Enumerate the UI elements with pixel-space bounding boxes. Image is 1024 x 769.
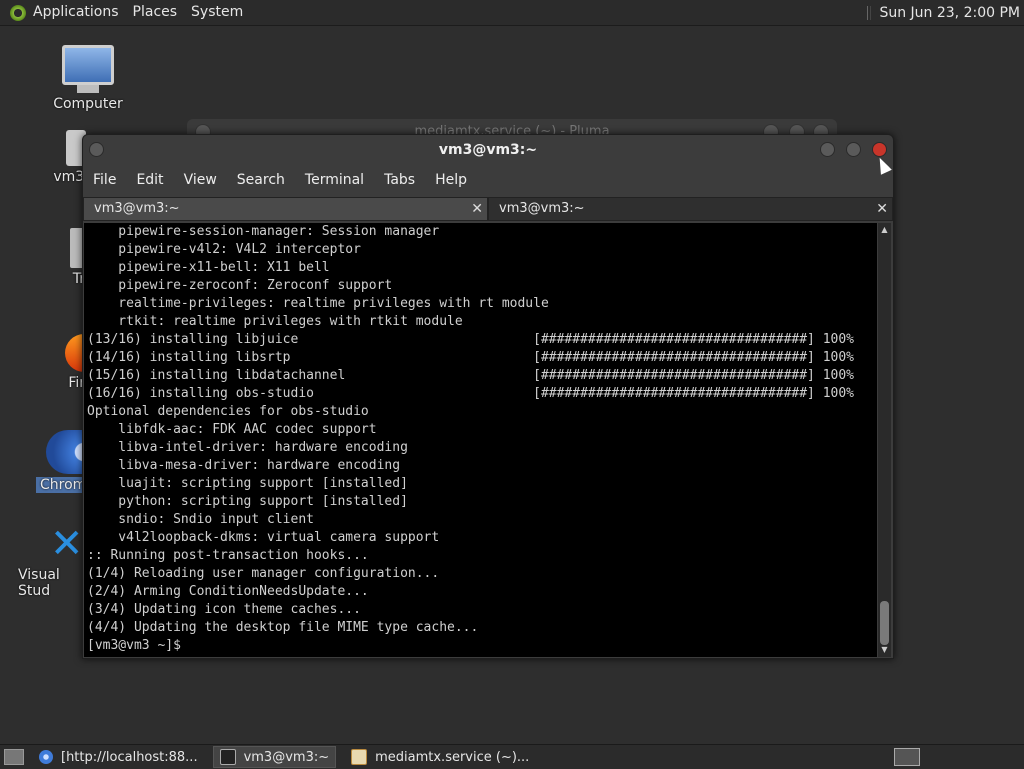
chromium-icon: [46, 430, 84, 474]
window-title: vm3@vm3:~: [438, 142, 538, 158]
top-panel: Applications Places System Sun Jun 23, 2…: [0, 0, 1024, 26]
desktop-icon-computer[interactable]: Computer: [38, 45, 138, 112]
tab-1[interactable]: vm3@vm3:~ ✕: [83, 197, 488, 221]
panel-separator: [867, 5, 872, 20]
desktop-icon-firefox[interactable]: Fir: [40, 334, 85, 391]
terminal-line: (16/16) installing obs-studio [#########…: [87, 386, 855, 401]
terminal-line: (3/4) Updating icon theme caches...: [87, 602, 361, 617]
terminal-window[interactable]: vm3@vm3:~ File Edit View Search Terminal…: [82, 134, 894, 659]
show-desktop-icon[interactable]: [4, 749, 24, 765]
menu-edit[interactable]: Edit: [126, 169, 173, 191]
places-menu[interactable]: Places: [126, 0, 185, 25]
terminal-scrollbar[interactable]: ▲ ▼: [878, 223, 891, 657]
terminal-line: pipewire-x11-bell: X11 bell: [87, 260, 330, 275]
bottom-panel: [http://localhost:88... vm3@vm3:~ mediam…: [0, 744, 1024, 769]
chromium-icon: [39, 750, 53, 764]
terminal-line: libva-intel-driver: hardware encoding: [87, 440, 408, 455]
menu-terminal[interactable]: Terminal: [295, 169, 374, 191]
taskbar-item-editor[interactable]: mediamtx.service (~)...: [344, 746, 536, 768]
terminal-line: (13/16) installing libjuice [###########…: [87, 332, 855, 347]
terminal-titlebar[interactable]: vm3@vm3:~: [83, 135, 893, 165]
terminal-line: sndio: Sndio input client: [87, 512, 314, 527]
terminal-line: :: Running post-transaction hooks...: [87, 548, 369, 563]
taskbar-item-chromium[interactable]: [http://localhost:88...: [32, 746, 205, 768]
terminal-line: (2/4) Arming ConditionNeedsUpdate...: [87, 584, 369, 599]
terminal-line: Optional dependencies for obs-studio: [87, 404, 369, 419]
terminal-line: rtkit: realtime privileges with rtkit mo…: [87, 314, 463, 329]
window-menu-button[interactable]: [89, 142, 104, 157]
menu-tabs[interactable]: Tabs: [374, 169, 425, 191]
scroll-up-icon[interactable]: ▲: [879, 225, 890, 235]
text-editor-icon: [351, 749, 368, 765]
menu-help[interactable]: Help: [425, 169, 477, 191]
terminal-line: pipewire-v4l2: V4L2 interceptor: [87, 242, 361, 257]
terminal-line: (15/16) installing libdatachannel [#####…: [87, 368, 855, 383]
applications-menu[interactable]: Applications: [26, 0, 126, 25]
terminal-line: [vm3@vm3 ~]$: [87, 638, 189, 653]
terminal-line: luajit: scripting support [installed]: [87, 476, 408, 491]
tab-bar: vm3@vm3:~ ✕ vm3@vm3:~ ✕: [83, 197, 893, 221]
menu-view[interactable]: View: [174, 169, 227, 191]
terminal-line: libva-mesa-driver: hardware encoding: [87, 458, 401, 473]
maximize-button[interactable]: [846, 142, 861, 157]
terminal-icon: [219, 749, 236, 765]
terminal-line: libfdk-aac: FDK AAC codec support: [87, 422, 377, 437]
workspace-switcher[interactable]: [894, 748, 920, 766]
menu-file[interactable]: File: [83, 169, 126, 191]
terminal-line: (14/16) installing libsrtp [############…: [87, 350, 855, 365]
vscode-icon: ✕: [50, 521, 84, 567]
desktop-icon-trash[interactable]: Tr: [40, 228, 85, 287]
menu-bar: File Edit View Search Terminal Tabs Help: [83, 169, 893, 191]
terminal-line: realtime-privileges: realtime privileges…: [87, 296, 549, 311]
terminal-line: (1/4) Reloading user manager configurati…: [87, 566, 440, 581]
tab-2[interactable]: vm3@vm3:~ ✕: [488, 197, 893, 221]
desktop-icon-vscode[interactable]: ✕ Visual Stud: [18, 521, 84, 599]
tab-close-icon[interactable]: ✕: [471, 198, 483, 220]
menu-search[interactable]: Search: [227, 169, 295, 191]
terminal-line: pipewire-session-manager: Session manage…: [87, 224, 440, 239]
desktop-icon-chromium[interactable]: Chrom: [36, 430, 86, 493]
tab-close-icon[interactable]: ✕: [876, 198, 888, 220]
terminal-output[interactable]: pipewire-session-manager: Session manage…: [84, 223, 877, 657]
desktop-icon-home[interactable]: vm3': [18, 130, 88, 185]
taskbar-item-terminal[interactable]: vm3@vm3:~: [212, 746, 337, 768]
terminal-line: v4l2loopback-dkms: virtual camera suppor…: [87, 530, 440, 545]
distro-logo-icon[interactable]: [10, 4, 26, 21]
clock[interactable]: Sun Jun 23, 2:00 PM: [879, 5, 1020, 21]
computer-icon: [62, 45, 114, 85]
scrollbar-thumb[interactable]: [880, 601, 889, 645]
terminal-line: pipewire-zeroconf: Zeroconf support: [87, 278, 393, 293]
scroll-down-icon[interactable]: ▼: [879, 645, 890, 655]
system-menu[interactable]: System: [184, 0, 250, 25]
terminal-line: (4/4) Updating the desktop file MIME typ…: [87, 620, 479, 635]
minimize-button[interactable]: [820, 142, 835, 157]
terminal-line: python: scripting support [installed]: [87, 494, 408, 509]
